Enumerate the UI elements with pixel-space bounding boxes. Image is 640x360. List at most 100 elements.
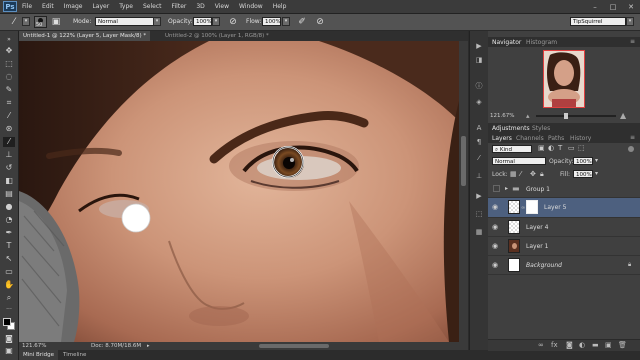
kind-filter[interactable]: ⌕ Kind xyxy=(492,145,532,153)
quick-select-tool-icon[interactable]: ✎ xyxy=(3,85,15,95)
blur-tool-icon[interactable]: ● xyxy=(3,202,15,212)
layer-name[interactable]: Group 1 xyxy=(526,186,550,193)
visibility-toggle[interactable] xyxy=(493,185,500,192)
menu-image[interactable]: Image xyxy=(59,3,88,10)
add-mask-icon[interactable]: ◙ xyxy=(566,341,573,349)
menu-layer[interactable]: Layer xyxy=(87,3,114,10)
vertical-scrollbar[interactable] xyxy=(459,41,468,342)
navigator-preview[interactable] xyxy=(543,50,585,108)
tab-history[interactable]: History xyxy=(570,135,591,142)
crop-tool-icon[interactable]: ⌗ xyxy=(3,98,15,108)
status-menu-icon[interactable]: ▸ xyxy=(147,342,150,350)
tab-timeline[interactable]: Timeline xyxy=(59,350,90,360)
tab-channels[interactable]: Channels xyxy=(516,135,544,142)
zoom-tool-icon[interactable]: ⌕ xyxy=(3,293,15,303)
eye-icon[interactable]: ◉ xyxy=(492,261,498,269)
history-brush-tool-icon[interactable]: ↺ xyxy=(3,163,15,173)
swatches-icon[interactable]: ▦ xyxy=(474,227,484,237)
menu-filter[interactable]: Filter xyxy=(167,3,192,10)
eye-icon[interactable]: ◉ xyxy=(492,223,498,231)
new-layer-icon[interactable]: ▣ xyxy=(605,341,612,349)
fx-icon[interactable]: fx xyxy=(551,341,558,349)
dodge-tool-icon[interactable]: ◔ xyxy=(3,215,15,225)
workspace-dropdown[interactable]: ▾ xyxy=(626,17,634,26)
navigator-zoom[interactable]: 121.67% xyxy=(490,113,514,119)
filter-type-icon[interactable]: T xyxy=(558,144,562,152)
menu-help[interactable]: Help xyxy=(268,3,292,10)
brush-tool-icon[interactable]: ⁄ xyxy=(3,137,15,147)
flow-dropdown[interactable]: ▾ xyxy=(282,17,290,26)
brush-presets-icon[interactable]: ⁄ xyxy=(474,153,484,163)
pen-tool-icon[interactable]: ✒ xyxy=(3,228,15,238)
layer-row-layer-5[interactable]: ◉ ∞ Layer 5 xyxy=(488,198,640,218)
maximize-icon[interactable]: □ xyxy=(604,0,622,13)
properties-icon[interactable]: ◨ xyxy=(474,55,484,65)
layers-menu-icon[interactable]: ≡ xyxy=(630,134,635,141)
eraser-tool-icon[interactable]: ◧ xyxy=(3,176,15,186)
tab-mini-bridge[interactable]: Mini Bridge xyxy=(19,350,58,360)
type-tool-icon[interactable]: T xyxy=(3,241,15,251)
mode-select[interactable]: Normal xyxy=(95,17,155,26)
flow-field[interactable]: 100% xyxy=(262,17,281,26)
panel-menu-icon[interactable]: ≡ xyxy=(630,38,635,45)
layer-opacity-dropdown-icon[interactable]: ▾ xyxy=(595,157,598,164)
horizontal-scroll-thumb[interactable] xyxy=(259,344,329,348)
menu-type[interactable]: Type xyxy=(114,3,138,10)
zoom-in-icon[interactable]: ▲ xyxy=(620,111,626,120)
filter-smart-object-icon[interactable]: ⬚ xyxy=(578,144,585,152)
actions-icon[interactable]: ▶ xyxy=(474,191,484,201)
tab-untitled-1[interactable]: Untitled-1 @ 122% (Layer 5, Layer Mask/8… xyxy=(19,31,151,41)
tab-styles[interactable]: Styles xyxy=(532,125,550,132)
link-icon[interactable]: ∞ xyxy=(521,205,525,211)
collapse-icon[interactable]: » xyxy=(3,35,15,45)
airbrush-icon[interactable]: ✐ xyxy=(296,16,308,28)
mode-dropdown[interactable]: ▾ xyxy=(153,17,161,26)
tool-preset-dropdown[interactable]: ▾ xyxy=(22,17,30,26)
marquee-tool-icon[interactable]: ⬚ xyxy=(3,59,15,69)
filter-shape-icon[interactable]: ▭ xyxy=(568,144,575,152)
lasso-tool-icon[interactable]: ◌ xyxy=(3,72,15,82)
filter-pixel-icon[interactable]: ▣ xyxy=(538,144,545,152)
tab-adjustments[interactable]: Adjustments xyxy=(492,125,530,132)
link-layers-icon[interactable]: ∞ xyxy=(538,341,544,349)
lock-pixels-icon[interactable]: ⁄ xyxy=(520,170,521,178)
brush-tool-icon[interactable]: ⁄ xyxy=(8,16,20,28)
shape-tool-icon[interactable]: ▭ xyxy=(3,267,15,277)
tool-presets-icon[interactable]: ⬚ xyxy=(474,209,484,219)
layer-row-background[interactable]: ◉ Background 🔒︎ xyxy=(488,256,640,275)
paragraph-icon[interactable]: ¶ xyxy=(474,137,484,147)
healing-brush-tool-icon[interactable]: ⊛ xyxy=(3,124,15,134)
expand-group-icon[interactable]: ▸ xyxy=(505,185,508,192)
filter-adjustment-icon[interactable]: ◐ xyxy=(548,144,554,152)
history-icon[interactable]: ▶ xyxy=(474,41,484,51)
adjustment-layer-icon[interactable]: ◐ xyxy=(579,341,585,349)
zoom-slider-handle[interactable] xyxy=(564,113,568,119)
fill-dropdown-icon[interactable]: ▾ xyxy=(595,170,598,177)
trash-icon[interactable]: 🗑︎ xyxy=(618,341,627,349)
clone-stamp-tool-icon[interactable]: ⊥ xyxy=(3,150,15,160)
gradient-tool-icon[interactable]: ▤ xyxy=(3,189,15,199)
screen-mode-icon[interactable]: ▣ xyxy=(3,346,15,356)
image-canvas[interactable] xyxy=(19,41,459,342)
blend-mode-select[interactable]: Normal xyxy=(492,157,546,165)
layer-row-layer-4[interactable]: ◉ Layer 4 xyxy=(488,218,640,237)
opacity-dropdown[interactable]: ▾ xyxy=(212,17,220,26)
character-icon[interactable]: A xyxy=(474,123,484,133)
tab-histogram[interactable]: Histogram xyxy=(526,39,557,46)
pressure-size-icon[interactable]: ⊘ xyxy=(314,16,326,28)
more-tools-icon[interactable]: ··· xyxy=(3,305,15,315)
move-tool-icon[interactable]: ✥ xyxy=(3,46,15,56)
quick-mask-icon[interactable]: ◙ xyxy=(3,334,15,344)
zoom-slider[interactable] xyxy=(536,113,616,119)
zoom-level[interactable]: 121.67% xyxy=(22,342,46,350)
filter-toggle[interactable] xyxy=(628,146,634,152)
lock-position-icon[interactable]: ✥ xyxy=(530,170,536,178)
fill-field[interactable]: 100% xyxy=(573,170,593,178)
tab-paths[interactable]: Paths xyxy=(548,135,564,142)
lock-transparent-icon[interactable]: ▦ xyxy=(510,170,517,178)
new-group-icon[interactable]: ▬ xyxy=(592,341,599,349)
clone-source-icon[interactable]: ⊥ xyxy=(474,171,484,181)
foreground-color-swatch[interactable] xyxy=(3,318,11,326)
tab-navigator[interactable]: Navigator xyxy=(492,39,521,46)
layer-name[interactable]: Background xyxy=(526,262,562,269)
